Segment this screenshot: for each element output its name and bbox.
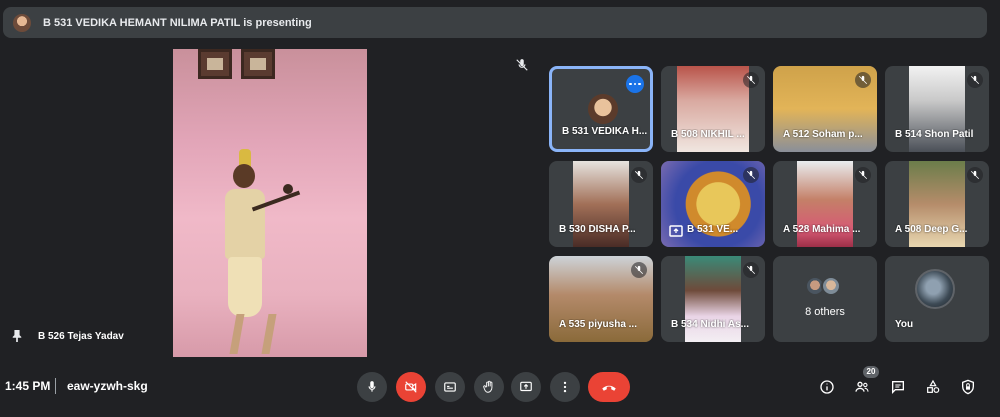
participant-name: A 528 Mahima ... bbox=[783, 224, 861, 235]
participant-tile[interactable]: B 531 VE... bbox=[661, 161, 765, 247]
dancer-head bbox=[233, 164, 255, 188]
info-icon bbox=[820, 380, 834, 394]
camera-off-icon bbox=[405, 381, 417, 393]
participant-name: A 512 Soham p... bbox=[783, 129, 863, 140]
more-options-button[interactable] bbox=[550, 372, 580, 402]
self-tile[interactable]: You bbox=[885, 256, 989, 342]
more-vert-icon bbox=[563, 381, 567, 393]
shield-lock-icon bbox=[962, 379, 974, 395]
mic-off-icon bbox=[855, 72, 871, 88]
participant-tile[interactable]: A 512 Soham p... bbox=[773, 66, 877, 152]
mic-off-icon bbox=[516, 59, 528, 71]
microphone-icon bbox=[368, 381, 376, 392]
mic-off-icon bbox=[631, 262, 647, 278]
participant-tile[interactable]: B 530 DISHA P... bbox=[549, 161, 653, 247]
participant-tile[interactable]: B 534 Nidhi As... bbox=[661, 256, 765, 342]
mic-off-icon bbox=[743, 72, 759, 88]
more-options-button[interactable] bbox=[626, 75, 644, 93]
presenting-text: B 531 VEDIKA HEMANT NILIMA PATIL is pres… bbox=[43, 16, 312, 29]
pinned-participant: B 526 Tejas Yadav bbox=[8, 330, 124, 342]
meeting-details-button[interactable] bbox=[816, 376, 838, 398]
people-button[interactable] bbox=[851, 376, 873, 398]
meeting-code: eaw-yzwh-skg bbox=[67, 379, 148, 393]
pinned-name: B 526 Tejas Yadav bbox=[38, 330, 124, 342]
participant-grid: B 531 VEDIKA H... B 508 NIKHIL ... A 512… bbox=[549, 66, 989, 343]
participant-count-badge: 20 bbox=[863, 366, 879, 378]
dancer-dhoti bbox=[228, 257, 262, 317]
activities-icon bbox=[927, 379, 940, 393]
divider bbox=[55, 378, 56, 394]
participant-name: B 531 VEDIKA H... bbox=[562, 126, 648, 137]
wall-frame bbox=[241, 49, 275, 79]
others-tile[interactable]: 8 others bbox=[773, 256, 877, 342]
mic-off-icon bbox=[743, 167, 759, 183]
self-avatar bbox=[915, 269, 955, 309]
dancer-body bbox=[225, 189, 265, 259]
main-video[interactable] bbox=[173, 49, 367, 357]
raise-hand-button[interactable] bbox=[474, 372, 504, 402]
wall-frame bbox=[198, 49, 232, 79]
participant-name: B 530 DISHA P... bbox=[559, 224, 636, 235]
present-screen-icon bbox=[669, 225, 683, 237]
participant-name: B 514 Shon Patil bbox=[895, 129, 974, 140]
participant-name: A 508 Deep G... bbox=[895, 224, 968, 235]
captions-button[interactable] bbox=[435, 372, 465, 402]
participant-name: A 535 piyusha ... bbox=[559, 319, 637, 330]
host-controls-button[interactable] bbox=[957, 376, 979, 398]
present-screen-icon bbox=[520, 381, 532, 392]
mic-off-icon bbox=[743, 262, 759, 278]
presenting-banner: B 531 VEDIKA HEMANT NILIMA PATIL is pres… bbox=[3, 7, 987, 38]
mic-off-icon bbox=[967, 167, 983, 183]
participant-name: B 508 NIKHIL ... bbox=[671, 129, 745, 140]
hand-icon bbox=[483, 380, 493, 393]
mic-off-icon bbox=[631, 167, 647, 183]
others-label: 8 others bbox=[805, 306, 845, 318]
present-button[interactable] bbox=[511, 372, 541, 402]
participant-tile[interactable]: B 514 Shon Patil bbox=[885, 66, 989, 152]
meeting-time: 1:45 PM bbox=[5, 379, 51, 393]
chat-icon bbox=[892, 381, 904, 394]
participant-tile[interactable]: A 535 piyusha ... bbox=[549, 256, 653, 342]
presenter-avatar bbox=[13, 13, 31, 32]
pin-icon[interactable] bbox=[12, 330, 22, 342]
microphone-button[interactable] bbox=[357, 372, 387, 402]
dancer-legs bbox=[229, 314, 277, 354]
people-icon bbox=[855, 381, 869, 392]
other-avatar bbox=[821, 276, 841, 296]
chat-button[interactable] bbox=[887, 376, 909, 398]
participant-avatar bbox=[588, 94, 618, 124]
activities-button[interactable] bbox=[922, 376, 944, 398]
participant-tile[interactable]: B 531 VEDIKA H... bbox=[549, 66, 653, 152]
phone-hangup-icon bbox=[602, 385, 616, 391]
participant-tile[interactable]: A 508 Deep G... bbox=[885, 161, 989, 247]
participant-name: B 534 Nidhi As... bbox=[671, 319, 749, 330]
participant-tile[interactable]: B 508 NIKHIL ... bbox=[661, 66, 765, 152]
camera-button[interactable] bbox=[396, 372, 426, 402]
feather bbox=[283, 184, 293, 194]
participant-tile[interactable]: A 528 Mahima ... bbox=[773, 161, 877, 247]
self-label: You bbox=[895, 319, 914, 330]
mic-off-icon bbox=[967, 72, 983, 88]
mic-off-icon bbox=[855, 167, 871, 183]
participant-name: B 531 VE... bbox=[687, 224, 739, 235]
captions-icon bbox=[444, 382, 456, 392]
bottom-bar: 1:45 PM eaw-yzwh-skg bbox=[0, 366, 1000, 408]
leave-call-button[interactable] bbox=[588, 372, 630, 402]
